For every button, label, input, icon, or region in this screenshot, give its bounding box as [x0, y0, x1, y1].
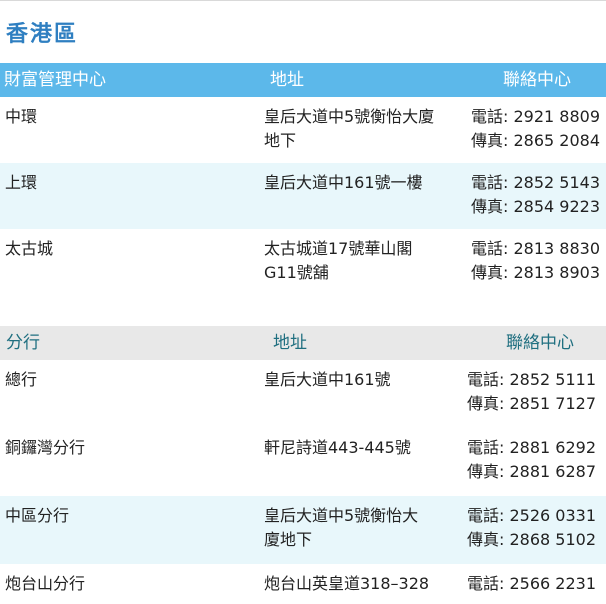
wealth-centre-table: 財富管理中心 地址 聯絡中心 中環 皇后大道中5號衡怡大廈 地下 電話: 2921…	[0, 63, 606, 299]
table-row: 上環 皇后大道中161號一樓 電話: 2852 5143 傳真: 2854 92…	[0, 163, 606, 229]
branch-name: 銅鑼灣分行	[5, 438, 86, 457]
branch-address: 皇后大道中5號衡怡大 廈地下	[264, 506, 419, 549]
centre-phone: 電話: 2813 8830	[471, 239, 601, 258]
centre-fax: 傳真: 2813 8903	[471, 263, 601, 282]
centre-name: 上環	[5, 173, 38, 192]
branch-fax: 傳真: 2851 7127	[467, 394, 597, 413]
header-centre: 財富管理中心	[4, 70, 106, 90]
table-row: 炮台山分行 炮台山英皇道318–328 電話: 2566 2231	[0, 564, 606, 604]
centre-name: 太古城	[5, 239, 54, 258]
header-address: 地址	[273, 333, 307, 353]
table-row: 中區分行 皇后大道中5號衡怡大 廈地下 電話: 2526 0331 傳真: 286…	[0, 496, 606, 564]
table-row: 太古城 太古城道17號華山閣 G11號舖 電話: 2813 8830 傳真: 28…	[0, 229, 606, 299]
header-address: 地址	[270, 70, 304, 90]
table-row: 銅鑼灣分行 軒尼詩道443-445號 電話: 2881 6292 傳真: 288…	[0, 428, 606, 496]
branch-name: 炮台山分行	[5, 574, 86, 593]
wealth-table-header: 財富管理中心 地址 聯絡中心	[0, 63, 606, 97]
header-contact: 聯絡中心	[506, 333, 574, 353]
header-contact: 聯絡中心	[503, 70, 571, 90]
branch-fax: 傳真: 2881 6287	[467, 462, 597, 481]
centre-fax: 傳真: 2854 9223	[471, 197, 601, 216]
centre-name: 中環	[5, 107, 38, 126]
centre-phone: 電話: 2921 8809	[471, 107, 601, 126]
table-row: 中環 皇后大道中5號衡怡大廈 地下 電話: 2921 8809 傳真: 2865 …	[0, 97, 606, 163]
branch-phone: 電話: 2526 0331	[467, 506, 597, 525]
header-branch: 分行	[6, 333, 40, 353]
top-divider	[0, 0, 606, 1]
centre-phone: 電話: 2852 5143	[471, 173, 601, 192]
centre-address: 皇后大道中5號衡怡大廈 地下	[264, 107, 435, 150]
branch-fax: 傳真: 2868 5102	[467, 530, 597, 549]
branch-phone: 電話: 2852 5111	[467, 370, 597, 389]
branch-name: 中區分行	[5, 506, 70, 525]
branch-table-header: 分行 地址 聯絡中心	[0, 326, 606, 360]
branch-table: 分行 地址 聯絡中心 總行 皇后大道中161號 電話: 2852 5111 傳真…	[0, 326, 606, 604]
branch-address: 炮台山英皇道318–328	[264, 574, 430, 593]
centre-address: 皇后大道中161號一樓	[264, 173, 423, 192]
table-row: 總行 皇后大道中161號 電話: 2852 5111 傳真: 2851 7127	[0, 360, 606, 428]
branch-address: 軒尼詩道443-445號	[264, 438, 411, 457]
branch-phone: 電話: 2566 2231	[467, 574, 597, 593]
region-title: 香港區	[6, 22, 79, 47]
branch-phone: 電話: 2881 6292	[467, 438, 597, 457]
branch-address: 皇后大道中161號	[264, 370, 391, 389]
centre-address: 太古城道17號華山閣 G11號舖	[264, 239, 413, 282]
branch-name: 總行	[5, 370, 38, 389]
centre-fax: 傳真: 2865 2084	[471, 131, 601, 150]
